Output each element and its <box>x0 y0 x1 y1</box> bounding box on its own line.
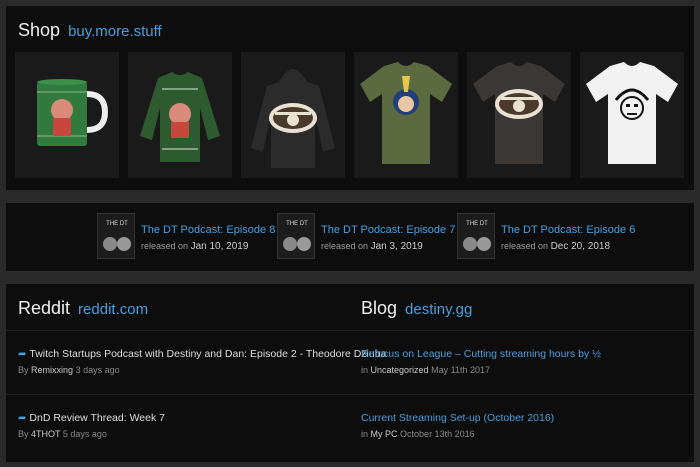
svg-text:THE DT: THE DT <box>286 221 308 227</box>
blog-title: Blog <box>361 298 398 318</box>
podcast-episode[interactable]: THE DT The DT Podcast: Episode 6 release… <box>457 213 647 261</box>
product-grey-tee[interactable] <box>467 52 571 178</box>
reddit-post-meta: By Remixxing 3 days ago <box>18 365 120 375</box>
podcast-episode[interactable]: THE DT The DT Podcast: Episode 7 release… <box>277 213 467 261</box>
hoodie-image <box>251 69 335 168</box>
podcast-thumbnail[interactable]: THE DT <box>97 213 135 259</box>
blog-post-meta: in My PC October 13th 2016 <box>361 429 475 439</box>
blog-link[interactable]: destiny.gg <box>405 301 472 318</box>
shop-link[interactable]: buy.more.stuff <box>68 23 162 40</box>
podcast-title[interactable]: The DT Podcast: Episode 6 <box>501 224 635 236</box>
product-white-tee[interactable] <box>580 52 684 178</box>
reddit-heading: Reddit reddit.com <box>18 298 148 319</box>
grey-tee-image <box>473 62 565 164</box>
mug-image <box>37 79 109 146</box>
podcast-panel: THE DT The DT Podcast: Episode 8 release… <box>6 203 694 271</box>
blog-post-title[interactable]: Current Streaming Set-up (October 2016) <box>361 412 554 424</box>
reddit-post-meta: By 4THOT 5 days ago <box>18 429 107 439</box>
reddit-post-author[interactable]: 4THOT <box>31 429 60 439</box>
sweatshirt-image <box>140 72 220 162</box>
podcast-release-date: released on Jan 10, 2019 <box>141 241 249 252</box>
podcast-title[interactable]: The DT Podcast: Episode 8 <box>141 224 275 236</box>
reddit-post-author[interactable]: Remixxing <box>31 365 73 375</box>
reddit-title: Reddit <box>18 298 71 318</box>
product-hoodie[interactable] <box>241 52 345 178</box>
blog-post-category[interactable]: My PC <box>371 429 398 439</box>
shop-title: Shop <box>18 20 61 40</box>
podcast-release-date: released on Jan 3, 2019 <box>321 241 423 252</box>
podcast-thumbnail[interactable]: THE DT <box>457 213 495 259</box>
divider <box>6 330 694 331</box>
divider <box>6 394 694 395</box>
blog-heading: Blog destiny.gg <box>361 298 472 319</box>
blog-post-title[interactable]: Refocus on League – Cutting streaming ho… <box>361 348 601 360</box>
product-olive-tee[interactable] <box>354 52 458 178</box>
podcast-title[interactable]: The DT Podcast: Episode 7 <box>321 224 455 236</box>
reddit-post-title[interactable]: ➦ DnD Review Thread: Week 7 <box>18 412 165 424</box>
blog-post-meta: in Uncategorized May 11th 2017 <box>361 365 490 375</box>
podcast-episode[interactable]: THE DT The DT Podcast: Episode 8 release… <box>97 213 287 261</box>
product-mug[interactable] <box>15 52 119 178</box>
share-arrow-icon: ➦ <box>18 413 27 424</box>
white-tee-image <box>586 62 678 164</box>
svg-text:THE DT: THE DT <box>466 221 488 227</box>
shop-heading: Shop buy.more.stuff <box>18 20 162 41</box>
reddit-link[interactable]: reddit.com <box>78 301 148 318</box>
social-panel: Reddit reddit.com Blog destiny.gg ➦ Twitc… <box>6 284 694 462</box>
shop-panel: Shop buy.more.stuff <box>6 6 694 190</box>
podcast-thumbnail[interactable]: THE DT <box>277 213 315 259</box>
product-sweatshirt[interactable] <box>128 52 232 178</box>
svg-text:THE DT: THE DT <box>106 221 128 227</box>
reddit-post-title[interactable]: ➦ Twitch Startups Podcast with Destiny an… <box>18 348 386 360</box>
podcast-release-date: released on Dec 20, 2018 <box>501 241 611 252</box>
olive-tee-image <box>360 62 452 164</box>
share-arrow-icon: ➦ <box>18 349 27 360</box>
blog-post-category[interactable]: Uncategorized <box>371 365 429 375</box>
